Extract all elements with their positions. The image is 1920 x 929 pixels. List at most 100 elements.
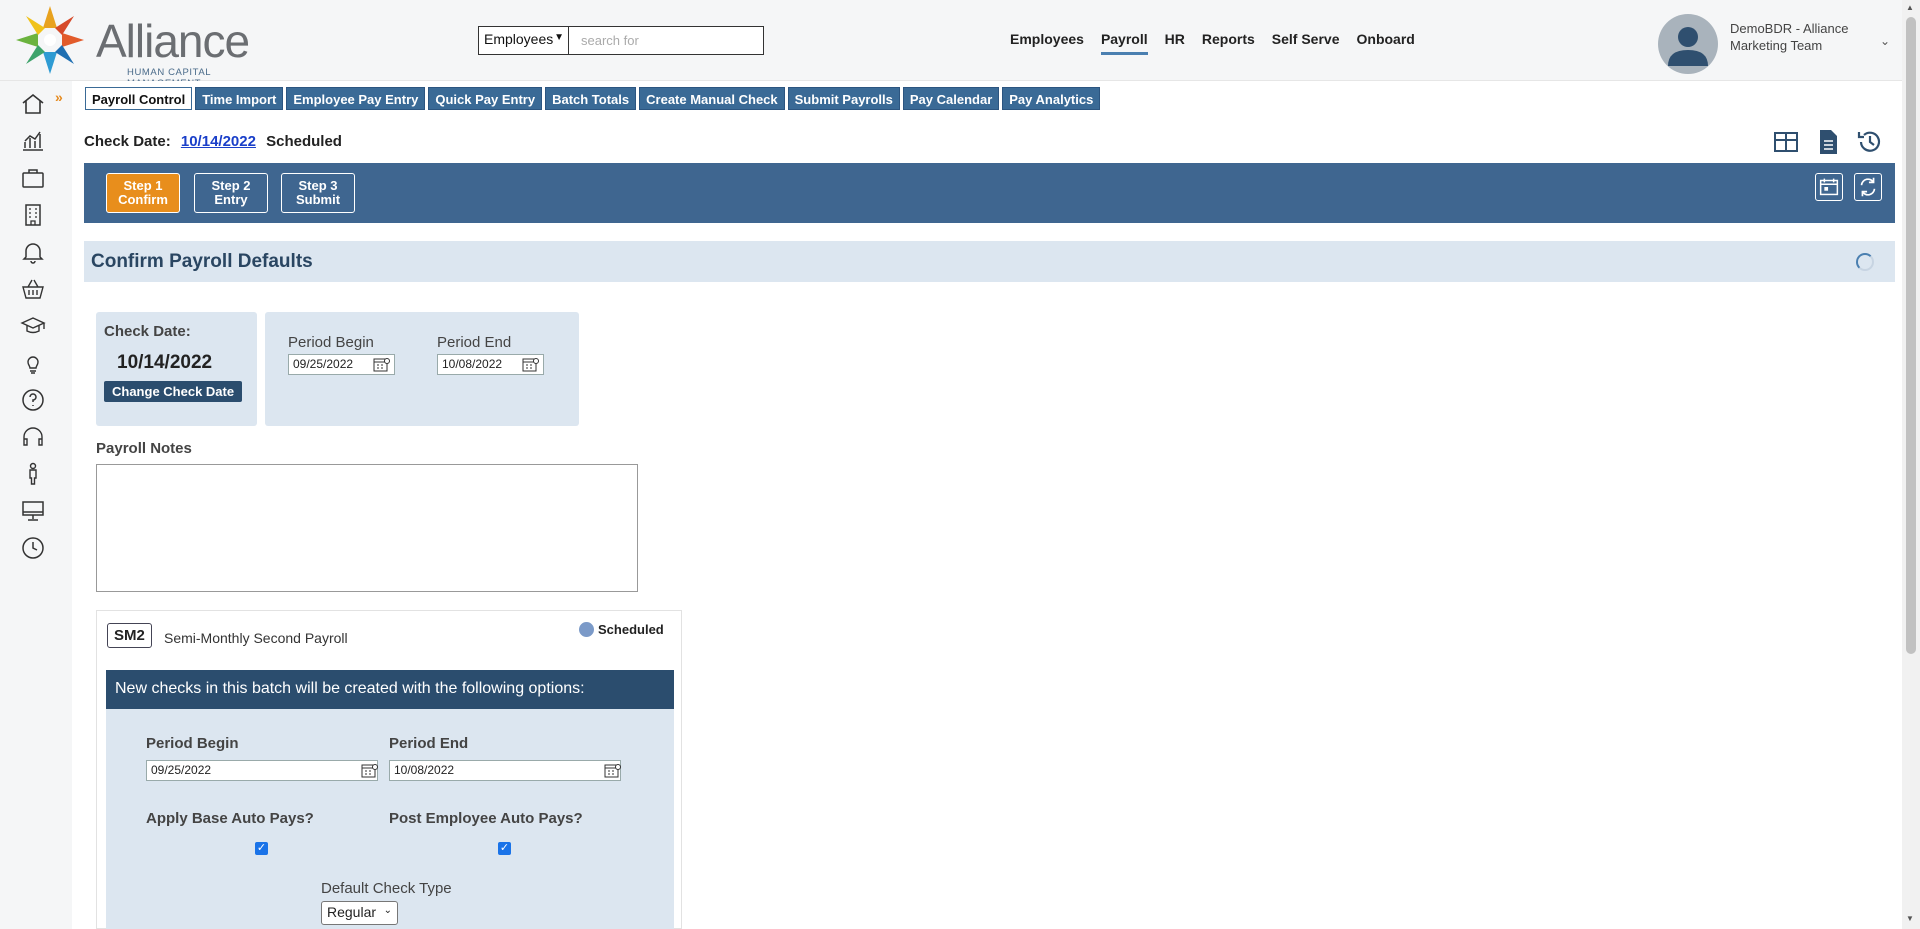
chevron-down-icon[interactable]: ⌄	[1880, 34, 1890, 48]
step-2-entry[interactable]: Step 2 Entry	[194, 173, 268, 213]
batch-options-banner: New checks in this batch will be created…	[106, 670, 674, 709]
nav-reports[interactable]: Reports	[1202, 31, 1255, 55]
clock-icon[interactable]	[20, 535, 46, 561]
batch-period-begin-field[interactable]: 09/25/2022	[146, 760, 378, 781]
check-date-link[interactable]: 10/14/2022	[181, 133, 256, 150]
scroll-up-icon[interactable]: ▲	[1906, 3, 1914, 12]
period-end-label: Period End	[437, 334, 512, 351]
batch-card: SM2 Semi-Monthly Second Payroll Schedule…	[96, 610, 682, 929]
logo-wordmark: Alliance	[96, 15, 250, 67]
home-icon[interactable]	[20, 91, 46, 117]
logo-mark-icon	[16, 6, 84, 74]
tab-create-manual-check[interactable]: Create Manual Check	[639, 87, 785, 110]
nav-hr[interactable]: HR	[1165, 31, 1185, 55]
calendar-icon[interactable]	[1815, 173, 1843, 201]
global-search: Employees ▼ search for	[478, 26, 764, 55]
top-header: Alliance HUMAN CAPITAL MANAGEMENT Employ…	[0, 0, 1902, 89]
period-card: Period Begin Period End 09/25/2022 10/08…	[265, 312, 579, 426]
user-silhouette-icon	[1668, 27, 1708, 66]
step-3-name: Submit	[295, 192, 341, 207]
briefcase-icon[interactable]	[20, 165, 46, 191]
headset-icon[interactable]	[20, 424, 46, 450]
search-scope-select[interactable]: Employees ▼	[479, 27, 569, 54]
alliance-logo[interactable]: Alliance HUMAN CAPITAL MANAGEMENT	[10, 2, 260, 89]
post-employee-auto-pays-label: Post Employee Auto Pays?	[389, 810, 583, 827]
chevron-down-icon: ⌄	[383, 905, 392, 916]
refresh-icon[interactable]	[1854, 173, 1882, 201]
page-scrollbar[interactable]: ▲ ▼	[1902, 0, 1920, 929]
steps-bar: Step 1 Confirm Step 2 Entry Step 3 Submi…	[84, 163, 1895, 223]
expand-rail-icon[interactable]: »	[55, 89, 63, 105]
nav-employees[interactable]: Employees	[1010, 31, 1084, 55]
avatar[interactable]	[1658, 14, 1718, 74]
basket-icon[interactable]	[20, 276, 46, 302]
document-icon[interactable]	[1814, 128, 1842, 156]
payroll-subnav: Payroll Control Time Import Employee Pay…	[85, 87, 1103, 110]
building-icon[interactable]	[20, 202, 46, 228]
step-2-label: Step 2	[211, 178, 251, 193]
monitor-icon[interactable]	[20, 498, 46, 524]
batch-options-body: Period Begin Period End 09/25/2022 10/08…	[106, 709, 674, 929]
chevron-down-icon: ▼	[554, 32, 564, 43]
loading-spinner-icon	[1856, 253, 1874, 271]
tab-submit-payrolls[interactable]: Submit Payrolls	[787, 87, 900, 110]
tab-pay-analytics[interactable]: Pay Analytics	[1002, 87, 1101, 110]
default-check-type-label: Default Check Type	[321, 880, 452, 897]
calendar-icon[interactable]	[604, 763, 621, 778]
tab-time-import[interactable]: Time Import	[195, 87, 284, 110]
search-input[interactable]: search for	[569, 27, 763, 54]
batch-period-end-field[interactable]: 10/08/2022	[389, 760, 621, 781]
analytics-icon[interactable]	[20, 128, 46, 154]
step-1-label: Step 1	[123, 178, 163, 193]
history-icon[interactable]	[1856, 128, 1884, 156]
step-1-confirm[interactable]: Step 1 Confirm	[106, 173, 180, 213]
check-status: Scheduled	[266, 133, 342, 150]
step-3-label: Step 3	[298, 178, 338, 193]
grid-view-icon[interactable]	[1772, 128, 1800, 156]
clock-icon	[579, 622, 594, 637]
scrollbar-thumb[interactable]	[1906, 17, 1916, 654]
tab-quick-pay-entry[interactable]: Quick Pay Entry	[428, 87, 543, 110]
payroll-notes-textarea[interactable]	[96, 464, 638, 592]
check-date-label: Check Date:	[84, 133, 171, 150]
calendar-icon[interactable]	[522, 357, 539, 372]
check-date-card: Check Date: 10/14/2022 Change Check Date	[96, 312, 257, 426]
page-tools	[1772, 128, 1884, 156]
batch-name: Semi-Monthly Second Payroll	[164, 630, 348, 646]
left-rail	[0, 81, 72, 929]
step-2-name: Entry	[214, 192, 248, 207]
batch-period-begin-label: Period Begin	[146, 735, 239, 752]
help-icon[interactable]	[20, 387, 46, 413]
check-date-value: 10/14/2022	[117, 352, 213, 373]
section-header: Confirm Payroll Defaults	[84, 241, 1895, 282]
tab-payroll-control[interactable]: Payroll Control	[85, 87, 193, 110]
nav-payroll[interactable]: Payroll	[1100, 31, 1148, 55]
check-date-summary: Check Date: 10/14/2022 Scheduled	[84, 133, 342, 150]
batch-code-badge: SM2	[107, 623, 152, 648]
user-name: DemoBDR - Alliance Marketing Team	[1730, 21, 1849, 53]
default-check-type-value: Regular	[327, 904, 377, 920]
tab-batch-totals[interactable]: Batch Totals	[545, 87, 637, 110]
tab-employee-pay-entry[interactable]: Employee Pay Entry	[286, 87, 426, 110]
graduation-cap-icon[interactable]	[20, 313, 46, 339]
step-1-name: Confirm	[118, 192, 168, 207]
person-icon[interactable]	[20, 461, 46, 487]
payroll-notes-label: Payroll Notes	[96, 440, 192, 457]
tab-pay-calendar[interactable]: Pay Calendar	[902, 87, 1000, 110]
main-nav: Employees Payroll HR Reports Self Serve …	[1010, 31, 1432, 55]
calendar-icon[interactable]	[361, 763, 378, 778]
apply-base-auto-pays-label: Apply Base Auto Pays?	[146, 810, 314, 827]
apply-base-auto-pays-checkbox[interactable]: ✓	[255, 842, 268, 855]
user-menu[interactable]: DemoBDR - Alliance Marketing Team ⌄	[1658, 14, 1902, 74]
scroll-down-icon[interactable]: ▼	[1906, 914, 1914, 923]
default-check-type-select[interactable]: Regular ⌄	[321, 901, 398, 925]
lightbulb-icon[interactable]	[20, 350, 46, 376]
section-title: Confirm Payroll Defaults	[91, 251, 313, 272]
nav-self-serve[interactable]: Self Serve	[1272, 31, 1340, 55]
change-check-date-button[interactable]: Change Check Date	[104, 381, 243, 402]
post-employee-auto-pays-checkbox[interactable]: ✓	[498, 842, 511, 855]
step-3-submit[interactable]: Step 3 Submit	[281, 173, 355, 213]
calendar-icon[interactable]	[373, 357, 390, 372]
nav-onboard[interactable]: Onboard	[1357, 31, 1415, 55]
bell-icon[interactable]	[20, 239, 46, 265]
